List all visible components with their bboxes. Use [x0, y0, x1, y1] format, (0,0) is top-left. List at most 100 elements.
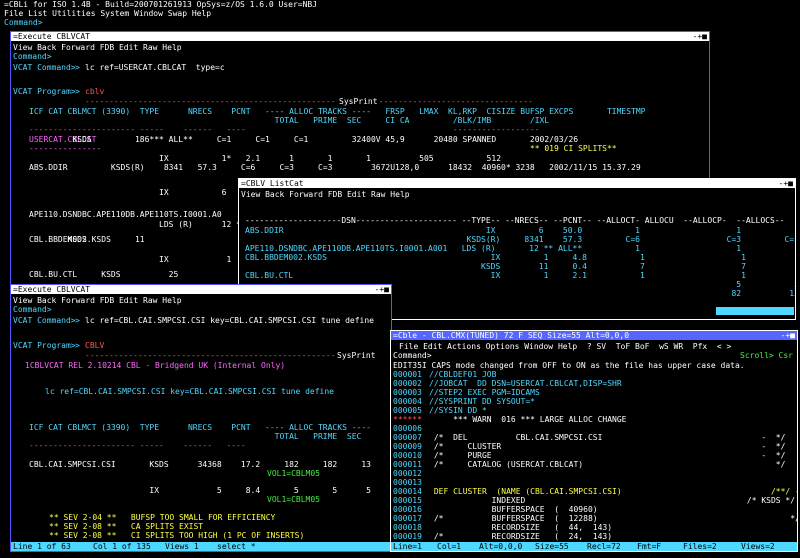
vcat-command-input[interactable]: lc ref=CBL.CAI.SMPCSI.CSI key=CBL.CAI.SM… — [85, 316, 374, 325]
window-menubar[interactable]: View Back Forward FDB Edit Raw Help — [13, 43, 182, 52]
listing-row[interactable]: CBL.CAI.SMPCSI.CSI KSDS 34368 17.2 182 1… — [29, 460, 371, 469]
line-number[interactable]: 000010 — [393, 451, 422, 460]
line-number[interactable]: 000013 — [393, 478, 422, 487]
line-number[interactable]: 000019 — [393, 532, 422, 541]
listing-header-1: ICF CAT CBLMCT (3390) TYPE NRECS PCNT --… — [29, 107, 646, 116]
line-text[interactable]: *** WARN 016 *** LARGE ALLOC CHANGE — [429, 415, 626, 424]
status-line: Line=1 — [393, 542, 422, 551]
editor-menubar[interactable]: File Edit Actions Options Window Help ? … — [399, 342, 731, 351]
status-size: Size=55 — [535, 542, 569, 551]
line-number[interactable]: 000003 — [393, 388, 422, 397]
line-text[interactable]: RECORDSIZE ( 44, 143) - — [429, 523, 797, 532]
line-text[interactable]: /* PURGE - */ — [429, 451, 786, 460]
window-controls-icon[interactable]: -+■ — [781, 331, 795, 340]
app-title: =CBLi for ISO 1.4B - Build=200701261913 … — [4, 0, 318, 9]
status-recl: Recl=72 — [587, 542, 621, 551]
line-text[interactable]: DEF CLUSTER (NAME (CBL.CAI.SMPCSI.CSI) /… — [429, 487, 797, 496]
listing-header-1: ICF CAT CBLMCT (3390) TYPE NRECS PCNT --… — [29, 423, 371, 432]
line-text[interactable]: //SYSIN DD * — [429, 406, 487, 415]
app-menubar[interactable]: File List Utilities System Window Swap H… — [4, 9, 211, 18]
editor-status-bar: Line=1 Col=1 Alt=0,0,0 Size=55 Recl=72 F… — [391, 542, 797, 551]
window-titlebar[interactable]: =Execute CBLVCAT -+■ — [11, 285, 391, 294]
sysprint-rule: ----------------------------------------… — [85, 97, 533, 106]
sysprint-label: SysPrint — [335, 351, 378, 360]
line-text[interactable]: /* DEL CBL.CAI.SMPCSI.CSI - */ — [429, 433, 786, 442]
listing-row[interactable]: IX 5 8.4 5 5 5 — [29, 486, 371, 495]
header-rule: ---------------------- ----- ------ ---- — [29, 441, 246, 450]
vcat-command-input[interactable]: lc ref=USERCAT.CBLCAT type=c — [85, 63, 225, 72]
window-command-prompt[interactable]: Command> — [13, 305, 52, 314]
line-number[interactable]: 000007 — [393, 433, 422, 442]
listing-header-2: TOTAL PRIME SEC — [29, 432, 362, 441]
editor-titlebar[interactable]: =Cble - CBL.CMX(TUNED) 72 F SEQ Size=55 … — [391, 331, 797, 340]
listing-row: KSDS 25 — [29, 270, 179, 279]
window-command-prompt[interactable]: Command> — [13, 52, 52, 61]
line-number[interactable]: 000002 — [393, 379, 422, 388]
window-titlebar[interactable]: =Execute CBLVCAT -+■ — [11, 32, 709, 41]
line-number[interactable]: ****** — [393, 415, 422, 424]
program-banner: 1CBLVCAT REL 2.10214 CBL - Bridgend UK (… — [25, 361, 286, 370]
listing-header-2: TOTAL PRIME SEC CI CA /BLK/IMB /IXL — [29, 116, 550, 125]
line-number[interactable]: 000006 — [393, 424, 422, 433]
listing-row: IX 1* 2.1 1 1 1 505 512 — [29, 154, 502, 163]
chevron-right-icon: > — [75, 316, 80, 325]
line-number[interactable]: 000018 — [393, 523, 422, 532]
vcat-program-name[interactable]: CBLV — [85, 341, 104, 350]
listcat-row[interactable]: KSDS 11 0.4 7 7 7 — [245, 262, 795, 271]
vcat-program-label: VCAT Program> — [13, 87, 76, 96]
listing-row: LDS (R) 12 * — [29, 220, 241, 229]
window-controls-icon[interactable]: -+■ — [375, 285, 389, 294]
status-select[interactable]: select * — [217, 542, 256, 551]
line-number[interactable]: 000012 — [393, 469, 422, 478]
line-number[interactable]: 000014 — [393, 487, 422, 496]
line-text[interactable]: //CBLDEF01 JOB — [429, 370, 496, 379]
scroll-field[interactable]: Scroll> Csr — [740, 351, 793, 360]
status-line: Line 1 of 63 — [13, 542, 71, 551]
listing-row: ** 019 CI SPLITS** — [29, 144, 617, 153]
listing-row: KSDS 186*** ALL** C=1 C=1 C=1 32400V 45,… — [29, 135, 579, 144]
line-text[interactable]: /* RECORDSIZE ( 24, 143) */ — [429, 532, 797, 541]
line-text[interactable]: BUFFERSPACE ( 40960) - — [429, 505, 797, 514]
volume-label: VOL1=CBLM05 — [267, 469, 320, 478]
status-alt: Alt=0,0,0 — [479, 542, 523, 551]
vcat-program-name[interactable]: cblv — [85, 87, 104, 96]
status-bar: Line 1 of 63 Col 1 of 135 Views 1 select… — [11, 542, 391, 551]
line-number[interactable]: 000011 — [393, 460, 422, 469]
window-title: =Execute CBLVCAT — [13, 285, 91, 294]
editor-command-prompt[interactable]: Command> — [393, 351, 432, 360]
vcat-program-label: VCAT Program> — [13, 341, 76, 350]
chevron-right-icon: > — [75, 63, 80, 72]
line-number[interactable]: 000017 — [393, 514, 422, 523]
listcat-row[interactable]: CBL.BU.CTL IX 1 2.1 1 1 1 — [245, 271, 795, 280]
command-echo: lc ref=CBL.CAI.SMPCSI.CSI key=CBL.CAI.SM… — [45, 387, 334, 396]
line-text[interactable]: //STEP2 EXEC PGM=IDCAMS — [429, 388, 540, 397]
window-titlebar[interactable]: =CBLV ListCat -+■ — [239, 179, 795, 188]
line-number[interactable]: 000001 — [393, 370, 422, 379]
line-text[interactable]: /* CATALOG (USERCAT.CBLCAT) */ — [429, 460, 786, 469]
window-controls-icon[interactable]: -+■ — [693, 32, 707, 41]
window-menubar[interactable]: View Back Forward FDB Edit Raw Help — [13, 296, 182, 305]
listcat-row[interactable]: KSDS(R) 8341 57.3 C=6 C=3 C=3 — [245, 235, 795, 244]
listcat-row[interactable]: ABS.DDIR IX 6 50.0 1 1 1 — [245, 226, 795, 235]
line-number[interactable]: 000016 — [393, 505, 422, 514]
line-number[interactable]: 000009 — [393, 442, 422, 451]
line-text[interactable]: /* CLUSTER - */ — [429, 442, 786, 451]
line-text[interactable]: /* BUFFERSPACE ( 12288) */ — [429, 514, 797, 523]
line-number[interactable]: 000005 — [393, 406, 422, 415]
dsn-name[interactable]: APE110.DSNDBC.APE110DB.APE110TS.I0001.A0 — [29, 210, 222, 219]
status-col: Col=1 — [437, 542, 462, 551]
listcat-scrollbar[interactable] — [716, 307, 794, 315]
sysprint-rule: ----------------------------------------… — [85, 351, 370, 360]
listcat-row[interactable]: APE110.DSNDBC.APE110DB.APE110TS.I0001.A0… — [245, 244, 795, 253]
line-number[interactable]: 000015 — [393, 496, 422, 505]
window-menubar[interactable]: View Back Forward FDB Edit Raw Help — [241, 190, 410, 199]
vcat-command-label: VCAT Command> — [13, 316, 76, 325]
listcat-header: --------------------DSN-----------------… — [245, 216, 785, 225]
line-text[interactable]: //SYSPRINT DD SYSOUT=* — [429, 397, 535, 406]
app-command-prompt[interactable]: Command> — [4, 18, 43, 27]
line-number[interactable]: 000004 — [393, 397, 422, 406]
line-text[interactable]: INDEXED /* KSDS */ - — [429, 496, 797, 505]
listcat-row[interactable]: CBL.BBDEM002.KSDS IX 1 4.8 1 1 1 — [245, 253, 795, 262]
line-text[interactable]: //JOBCAT DD DSN=USERCAT.CBLCAT,DISP=SHR — [429, 379, 622, 388]
window-controls-icon[interactable]: -+■ — [779, 179, 793, 188]
